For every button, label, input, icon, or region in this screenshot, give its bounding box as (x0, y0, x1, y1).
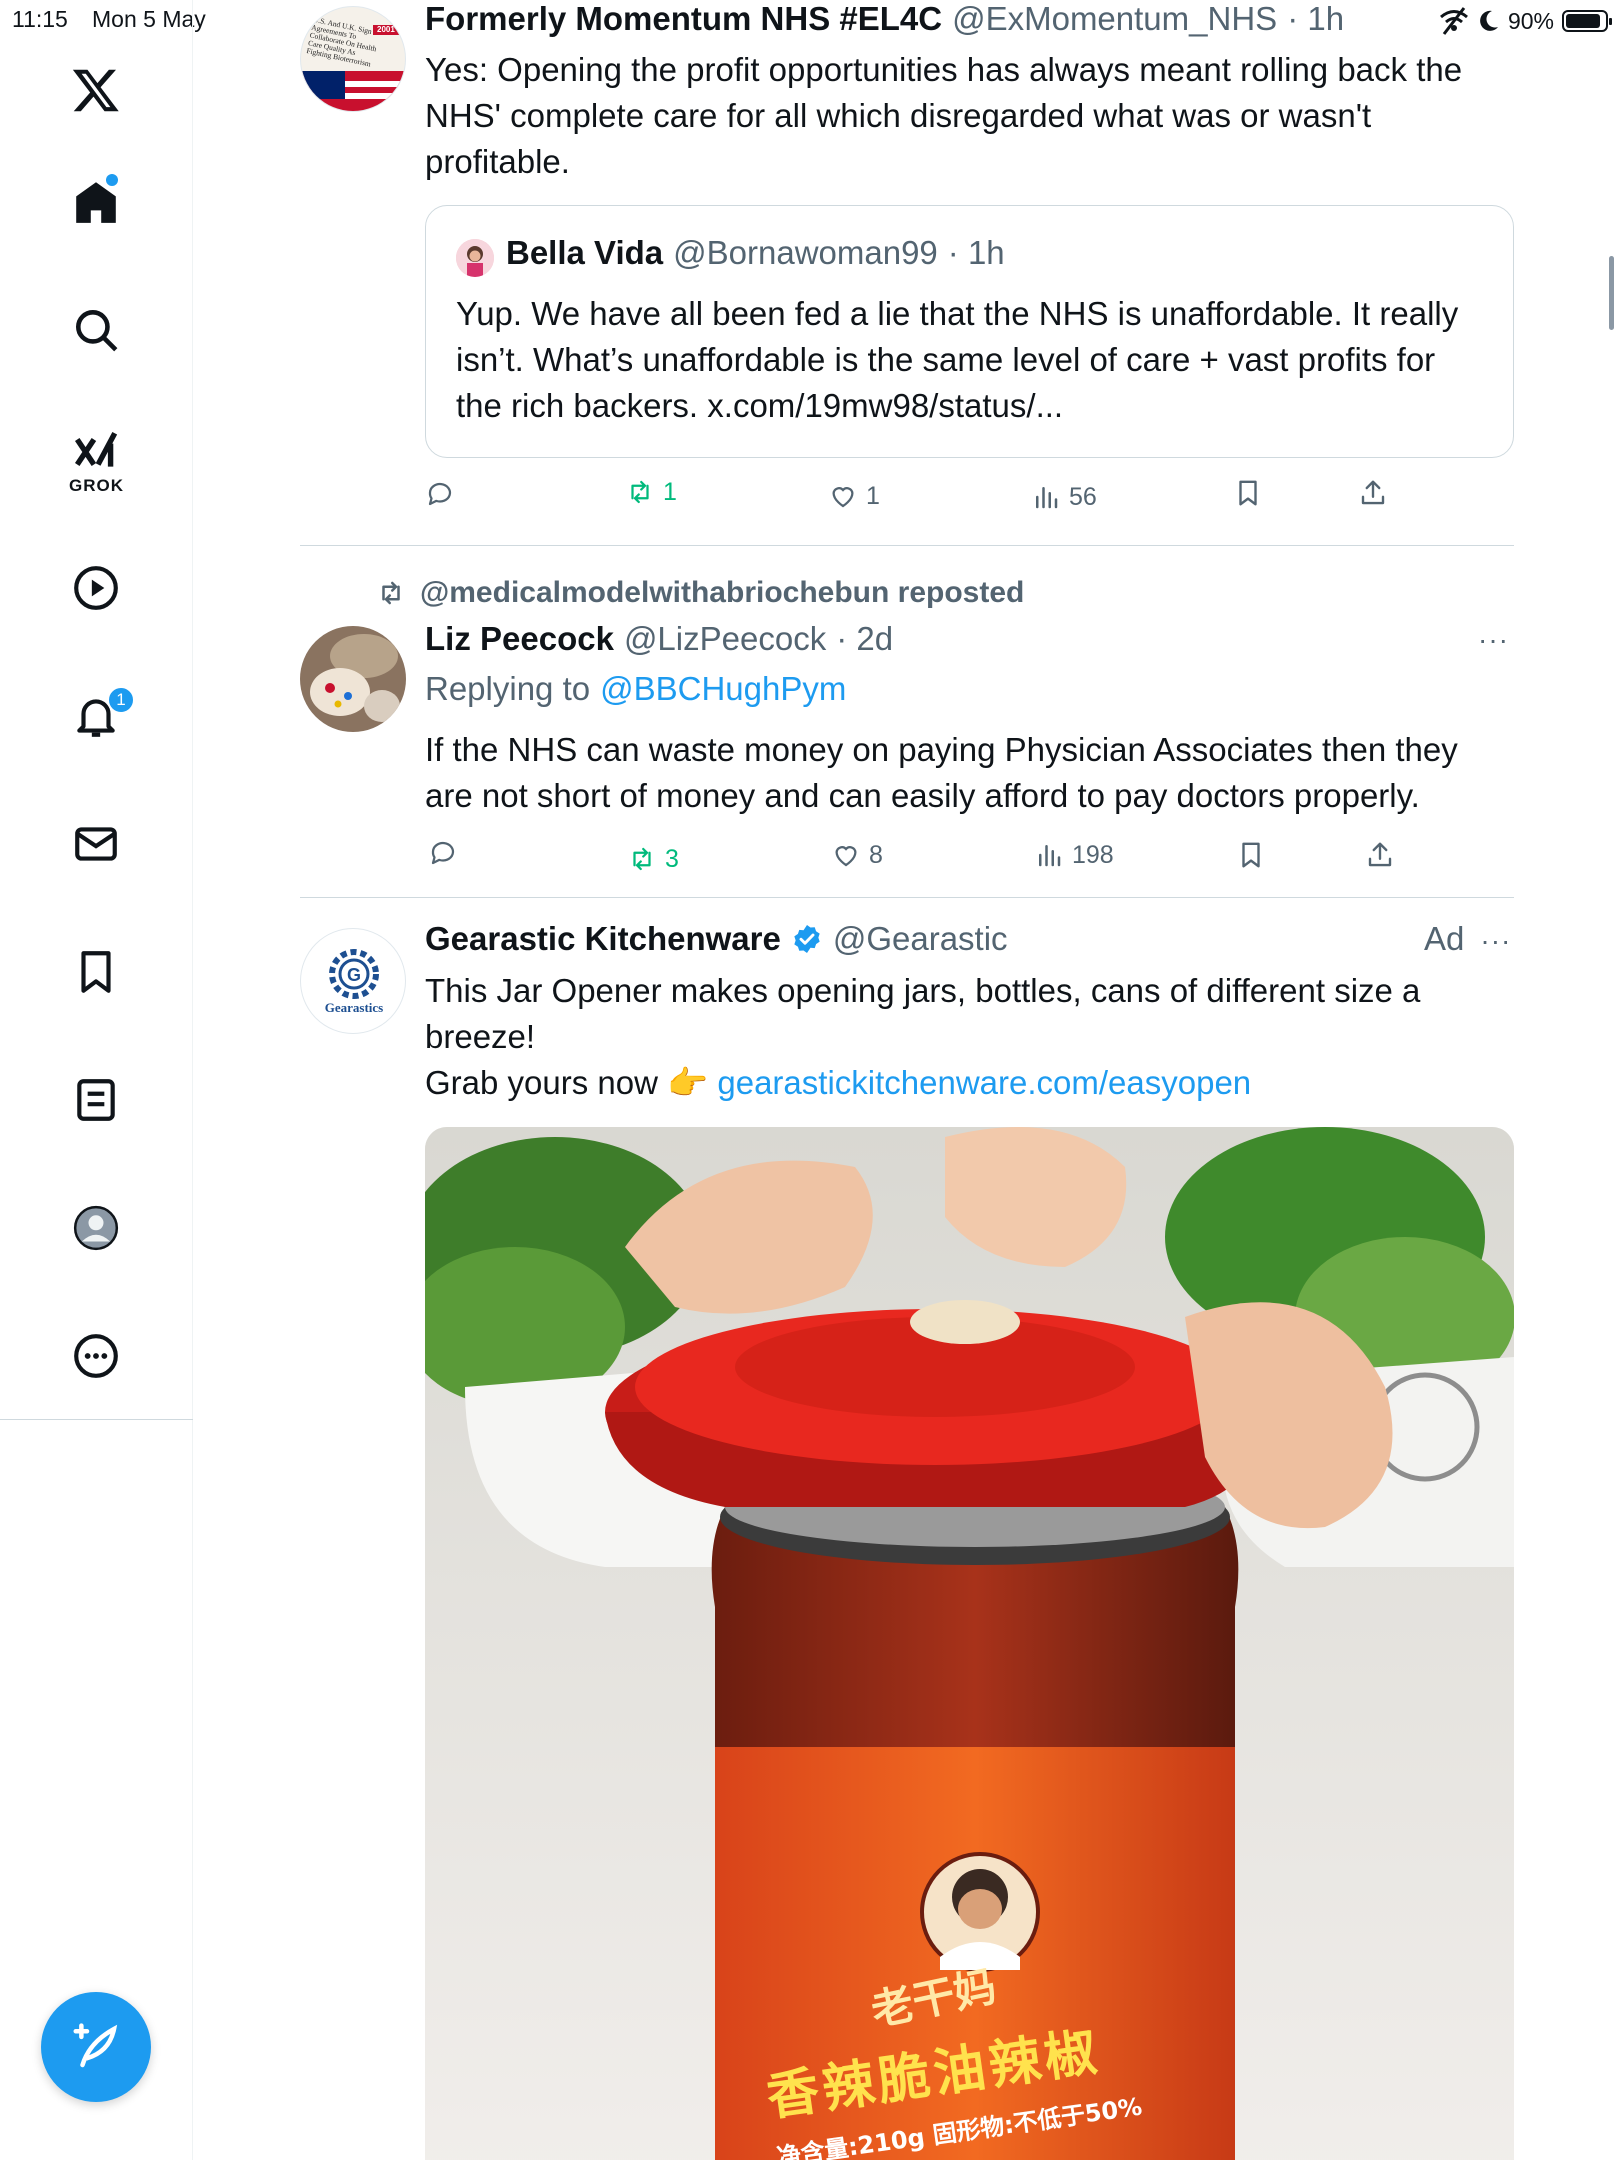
quoted-tweet-avatar (456, 239, 494, 277)
tweet-3-cta-text: Grab yours now 👉 (425, 1064, 709, 1101)
views-chart-icon (1039, 845, 1061, 867)
tweet-3-text-line-1: This Jar Opener makes opening jars, bott… (425, 972, 1421, 1055)
video-play-icon[interactable] (62, 554, 130, 622)
tweet-2-like-count: 8 (869, 840, 883, 869)
repost-icon (631, 480, 649, 504)
tweet-3-more-button[interactable]: ··· (1480, 925, 1511, 957)
tweet-2-like-button[interactable]: 8 (831, 840, 883, 870)
tweet-1-header: Formerly Momentum NHS #EL4C @ExMomentum_… (425, 0, 1344, 38)
replying-to-link[interactable]: @BBCHughPym (600, 670, 846, 708)
tweet-1-repost-button[interactable]: 1 (625, 477, 677, 507)
compose-post-button[interactable] (41, 1992, 151, 2102)
tweet-3-text: This Jar Opener makes opening jars, bott… (425, 968, 1514, 1106)
tweet-2-header: Liz Peecock @LizPeecock · 2d (425, 620, 893, 658)
reply-icon (428, 482, 452, 506)
home-icon[interactable] (62, 168, 130, 236)
repost-context-icon (382, 581, 400, 605)
home-unread-dot (106, 174, 118, 186)
quoted-tweet-header: Bella Vida @Bornawoman99 · 1h (506, 234, 1005, 272)
scrollbar[interactable] (1609, 256, 1614, 330)
battery-percent: 90% (1507, 7, 1554, 34)
bookmark-icon (1242, 842, 1260, 868)
tweet-separator (300, 545, 1514, 546)
heart-icon (832, 487, 854, 508)
tweet-1-share-button[interactable] (1358, 478, 1388, 508)
tweet-1-reply-button[interactable] (425, 479, 455, 509)
tweet-2-author-handle[interactable]: @LizPeecock (624, 620, 826, 658)
tweet-3-author-handle[interactable]: @Gearastic (833, 920, 1008, 958)
replying-to-prefix: Replying to (425, 670, 591, 707)
quoted-tweet-time: · 1h (947, 234, 1005, 271)
lists-icon[interactable] (62, 1066, 130, 1134)
tweet-3-media-video[interactable]: 老干妈 香辣脆油辣椒 净含量:210g 固形物:不低于50% (425, 1127, 1514, 2160)
bookmark-icon (1239, 480, 1257, 506)
tweet-2-replying-to: Replying to @BBCHughPym (425, 670, 846, 708)
tweet-1-views-button[interactable]: 56 (1031, 482, 1097, 512)
quoted-tweet-author-name: Bella Vida (506, 234, 664, 271)
tweet-1-avatar[interactable]: 2001 U.S. And U.K. Sign Agreements To Co… (300, 6, 406, 112)
tweet-2-time[interactable]: · 2d (836, 620, 893, 658)
quoted-tweet-card[interactable]: Bella Vida @Bornawoman99 · 1h Yup. We ha… (425, 205, 1514, 458)
tweet-1-author-name[interactable]: Formerly Momentum NHS #EL4C (425, 0, 942, 38)
bookmarks-icon[interactable] (62, 938, 130, 1006)
tweet-2-text: If the NHS can waste money on paying Phy… (425, 731, 1458, 814)
tweet-2-repost-button[interactable]: 3 (627, 844, 679, 874)
tweet-1-like-button[interactable]: 1 (828, 481, 880, 511)
tweet-1-author-handle[interactable]: @ExMomentum_NHS (952, 0, 1277, 38)
battery-icon (1562, 10, 1612, 32)
tweet-3-author-name[interactable]: Gearastic Kitchenware (425, 920, 781, 958)
tweet-3-header: Gearastic Kitchenware @Gearastic (425, 920, 1008, 958)
tweet-2-reply-button[interactable] (428, 838, 458, 868)
tweet-1-like-count: 1 (866, 481, 880, 510)
share-icon (1361, 480, 1385, 505)
tweet-1-time[interactable]: · 1h (1287, 0, 1344, 38)
profile-avatar-icon[interactable] (62, 1194, 130, 1262)
views-chart-icon (1036, 487, 1058, 509)
grok-label: GROK (69, 476, 124, 495)
search-icon[interactable] (62, 296, 130, 364)
tweet-2-author-name[interactable]: Liz Peecock (425, 620, 614, 658)
tweet-1-repost-count: 1 (663, 477, 677, 506)
svg-text:G: G (347, 965, 361, 985)
quoted-tweet-author-handle: @Bornawoman99 (673, 234, 938, 271)
tweet-1-text: Yes: Opening the profit opportunities ha… (425, 51, 1463, 180)
repost-context: @medicalmodelwithabriochebun reposted (376, 576, 1024, 610)
tweet-2-repost-count: 3 (665, 844, 679, 873)
moon-icon (1480, 10, 1498, 31)
repost-icon (633, 847, 651, 871)
sidebar-nav: GROK 1 (0, 0, 193, 2160)
notifications-badge: 1 (107, 686, 135, 714)
tweet-3-avatar[interactable]: G Gearastics (300, 928, 406, 1034)
wifi-off-icon (1439, 7, 1468, 35)
status-indicators: 90% (1438, 6, 1612, 36)
tweet-separator (300, 897, 1514, 898)
share-icon (1368, 842, 1392, 867)
ad-label: Ad (1424, 920, 1465, 957)
verified-badge-icon (794, 925, 820, 953)
tweet-3-avatar-wordmark: Gearastics (324, 1000, 384, 1015)
tweet-2-views-button[interactable]: 198 (1034, 840, 1114, 870)
tweet-2-share-button[interactable] (1365, 840, 1395, 870)
tweet-2-avatar[interactable] (300, 626, 406, 732)
heart-icon (835, 846, 857, 867)
compose-feather-icon (73, 2023, 118, 2068)
tweet-3-link[interactable]: gearastickitchenware.com/easyopen (717, 1064, 1251, 1101)
tweet-2-more-button[interactable]: ··· (1478, 624, 1509, 656)
tweet-2-view-count: 198 (1072, 840, 1114, 869)
messages-icon[interactable] (62, 810, 130, 878)
tweet-1-view-count: 56 (1069, 482, 1097, 511)
quoted-tweet-text: Yup. We have all been fed a lie that the… (456, 295, 1459, 424)
tweet-2-bookmark-button[interactable] (1236, 840, 1266, 870)
repost-context-label[interactable]: @medicalmodelwithabriochebun reposted (420, 576, 1024, 610)
sidebar-divider (0, 1419, 193, 1420)
tweet-1-bookmark-button[interactable] (1233, 478, 1263, 508)
reply-icon (431, 841, 455, 865)
tweet-3-ad-meta: Ad ··· (1424, 920, 1511, 958)
tweet-3-text-line-2: Grab yours now 👉 gearastickitchenware.co… (425, 1060, 1514, 1106)
more-options-icon[interactable] (62, 1322, 130, 1390)
x-logo-icon[interactable] (62, 56, 130, 124)
